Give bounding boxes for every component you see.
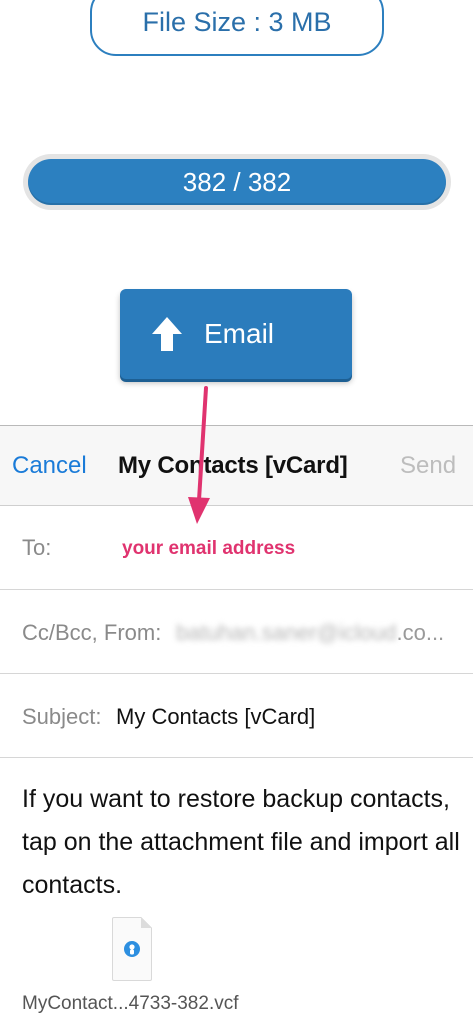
subject-field[interactable]: My Contacts [vCard] bbox=[116, 704, 315, 730]
subject-label: Subject: bbox=[22, 704, 102, 729]
divider bbox=[0, 589, 473, 590]
attachment-file[interactable] bbox=[112, 917, 152, 981]
to-label: To: bbox=[22, 535, 52, 560]
email-button-label: Email bbox=[204, 318, 275, 349]
from-address-suffix: .co... bbox=[396, 620, 445, 645]
email-button[interactable]: Email bbox=[120, 289, 352, 379]
file-size-label: File Size : 3 MB bbox=[142, 7, 332, 37]
divider bbox=[0, 757, 473, 758]
from-field[interactable]: batuhan.saner@icloud.co... bbox=[176, 620, 444, 646]
up-arrow-icon bbox=[152, 317, 182, 351]
cc-bcc-from-label: Cc/Bcc, From: bbox=[22, 620, 162, 645]
send-button[interactable]: Send bbox=[400, 452, 456, 480]
vcard-contact-icon bbox=[124, 941, 140, 957]
page-fold bbox=[141, 917, 152, 928]
file-size-badge: File Size : 3 MB bbox=[90, 0, 384, 56]
divider bbox=[0, 673, 473, 674]
to-field-annotation[interactable]: your email address bbox=[122, 538, 295, 560]
compose-title: My Contacts [vCard] bbox=[118, 452, 348, 479]
progress-count: 382 / 382 bbox=[182, 166, 292, 197]
message-body[interactable]: If you want to restore backup contacts, … bbox=[22, 778, 462, 907]
attachment-filename: MyContact...4733-382.vcf bbox=[22, 993, 239, 1014]
cancel-button[interactable]: Cancel bbox=[12, 452, 87, 480]
from-address-blurred: batuhan.saner@icloud bbox=[176, 620, 397, 645]
